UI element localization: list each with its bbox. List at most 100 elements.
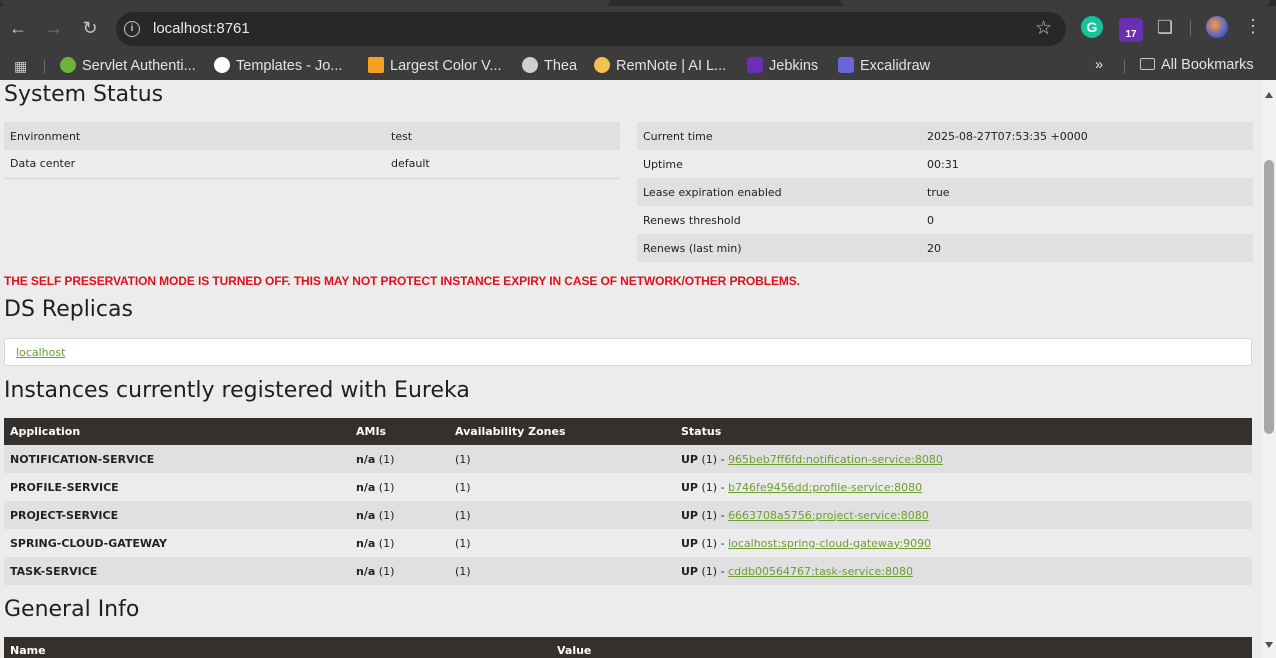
bookmarks-bar: ▦ Servlet Authenti... Templates - Jo... … xyxy=(0,52,1276,80)
zones-cell: (1) xyxy=(455,536,471,550)
reload-icon[interactable]: ↻ xyxy=(76,14,104,42)
datacenter-value: default xyxy=(385,150,620,179)
ami-count: (1) xyxy=(378,564,395,578)
scroll-down-arrow-icon[interactable] xyxy=(1265,642,1273,648)
bookmark-templates[interactable]: Templates - Jo... xyxy=(214,57,342,74)
system-status-heading: System Status xyxy=(4,82,164,107)
instance-link[interactable]: localhost:spring-cloud-gateway:9090 xyxy=(728,537,931,550)
address-bar[interactable]: i localhost:8761 ☆ xyxy=(116,12,1066,46)
status-cell: UP (1) - 6663708a5756:project-service:80… xyxy=(675,501,1252,529)
table-row: NOTIFICATION-SERVICE n/a (1) (1) UP (1) … xyxy=(4,445,1252,473)
bookmark-star-icon[interactable]: ☆ xyxy=(1035,17,1052,40)
ami-value: n/a xyxy=(356,508,376,522)
ami-count: (1) xyxy=(378,508,395,522)
jebkins-site-icon xyxy=(747,57,763,73)
general-info-table: Name Value xyxy=(4,637,1252,658)
app-name: PROFILE-SERVICE xyxy=(10,480,119,494)
status-value: UP xyxy=(681,452,698,466)
zones-cell: (1) xyxy=(449,501,675,529)
extension-badge-icon[interactable]: 17 xyxy=(1119,18,1143,42)
ami-cell: n/a (1) xyxy=(350,445,449,473)
bookmarks-divider xyxy=(1124,60,1125,74)
scroll-up-arrow-icon[interactable] xyxy=(1265,92,1273,98)
zones-cell: (1) xyxy=(449,557,675,585)
bookmark-label: Thea xyxy=(544,58,578,74)
table-row: TASK-SERVICE n/a (1) (1) UP (1) - cddb00… xyxy=(4,557,1252,585)
uptime-value: 00:31 xyxy=(927,157,959,171)
status-count: (1) - xyxy=(701,536,725,550)
ami-cell: n/a (1) xyxy=(350,557,449,585)
extension-badge-count: 17 xyxy=(1125,29,1137,40)
browser-toolbar: ← → ↻ i localhost:8761 ☆ G 17 ❏ ⋮ xyxy=(0,0,1276,52)
replica-link[interactable]: localhost xyxy=(16,346,65,359)
ds-replicas-heading: DS Replicas xyxy=(4,297,133,322)
browser-tab[interactable] xyxy=(0,0,610,6)
ami-cell: n/a (1) xyxy=(350,529,449,557)
all-bookmarks-label: All Bookmarks xyxy=(1161,57,1254,73)
status-cell: UP (1) - b746fe9456dd:profile-service:80… xyxy=(675,473,1252,501)
ami-count: (1) xyxy=(378,536,395,550)
forward-icon[interactable]: → xyxy=(40,14,68,42)
status-count: (1) - xyxy=(701,564,725,578)
instance-link[interactable]: 6663708a5756:project-service:8080 xyxy=(728,509,929,522)
table-row: SPRING-CLOUD-GATEWAY n/a (1) (1) UP (1) … xyxy=(4,529,1252,557)
vertical-scrollbar[interactable] xyxy=(1262,80,1276,658)
status-value: UP xyxy=(681,564,698,578)
env-value: test xyxy=(385,122,620,150)
waving-hand-icon xyxy=(594,57,610,73)
bookmark-thea[interactable]: Thea xyxy=(522,57,577,74)
env-key: Environment xyxy=(4,122,385,150)
status-cell: UP (1) - cddb00564767:task-service:8080 xyxy=(675,557,1252,585)
instance-link[interactable]: cddb00564767:task-service:8080 xyxy=(728,565,913,578)
bookmarks-overflow[interactable]: » xyxy=(1095,57,1103,73)
instance-link[interactable]: 965beb7ff6fd:notification-service:8080 xyxy=(728,453,943,466)
status-cell: UP (1) - 965beb7ff6fd:notification-servi… xyxy=(675,445,1252,473)
templates-site-icon xyxy=(214,57,230,73)
col-application: Application xyxy=(4,418,350,445)
bookmark-jebkins[interactable]: Jebkins xyxy=(747,57,818,74)
bookmark-excalidraw[interactable]: Excalidraw xyxy=(838,57,930,74)
page-viewport: System Status Environment test Data cent… xyxy=(0,80,1262,658)
lease-value: true xyxy=(921,178,1253,206)
instances-heading: Instances currently registered with Eure… xyxy=(4,378,470,403)
general-info-header-row: Name Value xyxy=(4,637,1252,658)
instances-header-row: Application AMIs Availability Zones Stat… xyxy=(4,418,1252,445)
extensions-puzzle-icon[interactable]: ❏ xyxy=(1154,16,1176,38)
url-text[interactable]: localhost:8761 xyxy=(153,20,250,37)
instance-link[interactable]: b746fe9456dd:profile-service:8080 xyxy=(728,481,922,494)
status-value: UP xyxy=(681,536,698,550)
ami-value: n/a xyxy=(356,480,376,494)
bookmarks-divider xyxy=(44,60,45,74)
bookmark-servlet[interactable]: Servlet Authenti... xyxy=(60,57,196,74)
status-count: (1) - xyxy=(701,480,725,494)
ami-value: n/a xyxy=(356,536,376,550)
scrollbar-thumb[interactable] xyxy=(1264,160,1274,434)
ami-cell: n/a (1) xyxy=(350,473,449,501)
kebab-menu-icon[interactable]: ⋮ xyxy=(1244,16,1262,37)
excalidraw-icon xyxy=(838,57,854,73)
ami-cell: n/a (1) xyxy=(350,501,449,529)
bookmark-label: Templates - Jo... xyxy=(236,58,343,74)
renews-last-min-value: 20 xyxy=(921,234,1253,262)
ami-count: (1) xyxy=(378,480,395,494)
bookmark-remnote[interactable]: RemNote | AI L... xyxy=(594,57,726,74)
status-count: (1) - xyxy=(701,508,725,522)
back-icon[interactable]: ← xyxy=(4,14,32,42)
status-count: (1) - xyxy=(701,452,725,466)
profile-avatar[interactable] xyxy=(1206,16,1228,38)
col-amis: AMIs xyxy=(350,418,449,445)
browser-tab[interactable] xyxy=(840,0,1270,6)
renews-threshold-key: Renews threshold xyxy=(643,213,741,227)
col-value: Value xyxy=(551,637,1252,658)
col-zones: Availability Zones xyxy=(449,418,675,445)
folder-icon xyxy=(1140,58,1155,70)
all-bookmarks-button[interactable]: All Bookmarks xyxy=(1140,57,1254,73)
ami-count: (1) xyxy=(378,452,395,466)
bookmark-largest-color[interactable]: Largest Color V... xyxy=(368,57,502,74)
ami-value: n/a xyxy=(356,564,376,578)
general-info-heading: General Info xyxy=(4,597,140,622)
grammarly-extension-icon[interactable]: G xyxy=(1081,16,1103,38)
app-name: NOTIFICATION-SERVICE xyxy=(4,445,350,473)
site-info-icon[interactable]: i xyxy=(124,21,140,37)
apps-grid-icon[interactable]: ▦ xyxy=(14,58,30,74)
